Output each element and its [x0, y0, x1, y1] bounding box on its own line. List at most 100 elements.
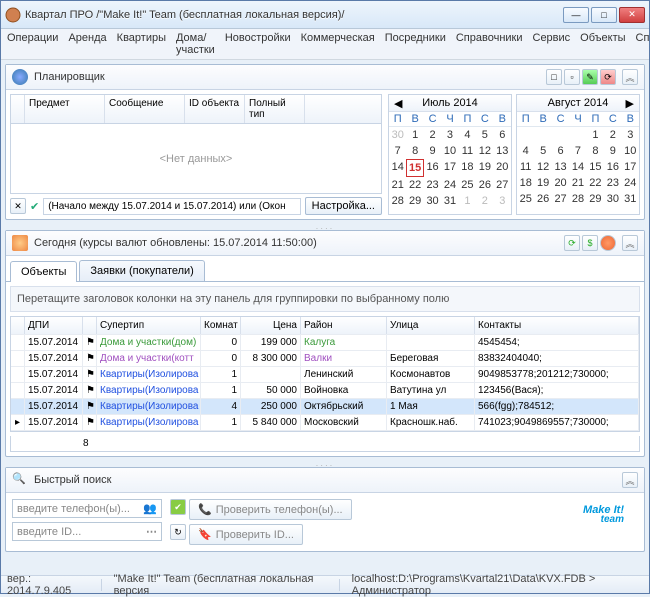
- cal-day[interactable]: 26: [534, 191, 551, 207]
- cal-day[interactable]: 12: [534, 159, 551, 175]
- table-row[interactable]: 15.07.2014⚑Квартиры(Изолирова150 000Войн…: [11, 383, 639, 399]
- cal-day[interactable]: 23: [424, 177, 441, 193]
- cal-day[interactable]: 20: [552, 175, 569, 191]
- collapse-icon[interactable]: ︽: [622, 69, 638, 85]
- cal-day[interactable]: 11: [459, 143, 476, 159]
- collapse-icon[interactable]: ︽: [622, 472, 638, 488]
- cal-day[interactable]: 8: [406, 143, 423, 159]
- menu-item[interactable]: Сервис: [533, 32, 571, 56]
- menu-item[interactable]: Аренда: [68, 32, 106, 56]
- cal-day[interactable]: 3: [494, 193, 511, 209]
- cal-day[interactable]: 21: [569, 175, 586, 191]
- col-header[interactable]: Полный тип: [245, 95, 305, 123]
- check-id-button[interactable]: 🔖 Проверить ID...: [189, 524, 303, 545]
- col-header[interactable]: Сообщение: [105, 95, 185, 123]
- cal-day[interactable]: 3: [622, 127, 639, 143]
- cal-day[interactable]: 2: [424, 127, 441, 143]
- cal-day[interactable]: 25: [517, 191, 534, 207]
- cal-day[interactable]: 14: [569, 159, 586, 175]
- cal-day[interactable]: 1: [587, 127, 604, 143]
- maximize-button[interactable]: □: [591, 7, 617, 23]
- cal-day[interactable]: 27: [494, 177, 511, 193]
- grid-col-header[interactable]: ДПИ: [25, 317, 83, 334]
- menu-item[interactable]: Справка: [636, 32, 650, 56]
- grid-col-header[interactable]: Цена: [241, 317, 301, 334]
- cal-day[interactable]: 4: [517, 143, 534, 159]
- menu-item[interactable]: Новостройки: [225, 32, 291, 56]
- grid-col-header[interactable]: Супертип: [97, 317, 201, 334]
- table-row[interactable]: 15.07.2014⚑Дома и участки(котт08 300 000…: [11, 351, 639, 367]
- cal-day[interactable]: 10: [441, 143, 458, 159]
- cal-day[interactable]: 14: [389, 159, 406, 177]
- cal-day[interactable]: 9: [424, 143, 441, 159]
- cal-day[interactable]: 5: [476, 127, 493, 143]
- currency-eur-icon[interactable]: [600, 235, 616, 251]
- go-id-icon[interactable]: ↻: [170, 524, 186, 540]
- cal-day[interactable]: 6: [552, 143, 569, 159]
- cal-day[interactable]: 29: [406, 193, 423, 209]
- cal-day[interactable]: 23: [604, 175, 621, 191]
- cal-day[interactable]: 30: [604, 191, 621, 207]
- cal-day[interactable]: 5: [534, 143, 551, 159]
- check-phone-button[interactable]: 📞 Проверить телефон(ы)...: [189, 499, 352, 520]
- cal-day[interactable]: 20: [494, 159, 511, 177]
- minimize-button[interactable]: —: [563, 7, 589, 23]
- cal-day[interactable]: 29: [587, 191, 604, 207]
- cal-day[interactable]: 3: [441, 127, 458, 143]
- cal-day[interactable]: 15: [587, 159, 604, 175]
- cal-day[interactable]: 7: [569, 143, 586, 159]
- menu-item[interactable]: Объекты: [580, 32, 625, 56]
- panel-btn-2[interactable]: ▫: [564, 69, 580, 85]
- panel-btn-3[interactable]: ✎: [582, 69, 598, 85]
- cal-day[interactable]: 15: [406, 159, 423, 177]
- cal-day[interactable]: 11: [517, 159, 534, 175]
- cal-day[interactable]: 30: [389, 127, 406, 143]
- cal-day[interactable]: 17: [441, 159, 458, 177]
- group-panel[interactable]: Перетащите заголовок колонки на эту пане…: [10, 286, 640, 312]
- table-row[interactable]: 15.07.2014⚑Дома и участки(дом)0199 000Ка…: [11, 335, 639, 351]
- cal-day[interactable]: 27: [552, 191, 569, 207]
- cal-day[interactable]: 8: [587, 143, 604, 159]
- filter-text[interactable]: (Начало между 15.07.2014 и 15.07.2014) и…: [43, 198, 300, 215]
- cal-day[interactable]: 22: [587, 175, 604, 191]
- cal-day[interactable]: 31: [441, 193, 458, 209]
- col-header[interactable]: Предмет: [25, 95, 105, 123]
- col-header[interactable]: ID объекта: [185, 95, 245, 123]
- cal-day[interactable]: 17: [622, 159, 639, 175]
- cal-day[interactable]: 12: [476, 143, 493, 159]
- grid-col-header[interactable]: Комнат: [201, 317, 241, 334]
- cal-day[interactable]: 2: [604, 127, 621, 143]
- cal-day[interactable]: 13: [494, 143, 511, 159]
- panel-btn-1[interactable]: □: [546, 69, 562, 85]
- grid-col-header[interactable]: Контакты: [475, 317, 639, 334]
- panel-btn-4[interactable]: ⟳: [600, 69, 616, 85]
- cal-day[interactable]: 18: [517, 175, 534, 191]
- table-row[interactable]: 15.07.2014⚑Квартиры(Изолирова1ЛенинскийК…: [11, 367, 639, 383]
- cal-day[interactable]: 24: [622, 175, 639, 191]
- cal-day[interactable]: 16: [424, 159, 441, 177]
- grid-col-header[interactable]: Улица: [387, 317, 475, 334]
- currency-usd-icon[interactable]: $: [582, 235, 598, 251]
- cal-day[interactable]: 6: [494, 127, 511, 143]
- collapse-icon[interactable]: ︽: [622, 235, 638, 251]
- cal-day[interactable]: 22: [406, 177, 423, 193]
- cal-day[interactable]: 13: [552, 159, 569, 175]
- id-input[interactable]: введите ID...⋯: [12, 522, 162, 541]
- phone-input[interactable]: введите телефон(ы)...👥: [12, 499, 162, 518]
- menu-item[interactable]: Квартиры: [117, 32, 166, 56]
- menu-item[interactable]: Операции: [7, 32, 58, 56]
- cal-prev-icon[interactable]: ◀: [391, 97, 405, 110]
- cal-day[interactable]: 4: [459, 127, 476, 143]
- cal-day[interactable]: 16: [604, 159, 621, 175]
- refresh-icon[interactable]: ⟳: [564, 235, 580, 251]
- filter-settings-button[interactable]: Настройка...: [305, 197, 382, 215]
- tab[interactable]: Заявки (покупатели): [79, 260, 204, 281]
- col-marker[interactable]: [11, 95, 25, 123]
- tab[interactable]: Объекты: [10, 261, 77, 282]
- filter-clear-icon[interactable]: ✕: [10, 198, 26, 214]
- cal-day[interactable]: 2: [476, 193, 493, 209]
- table-row[interactable]: ▸15.07.2014⚑Квартиры(Изолирова15 840 000…: [11, 415, 639, 431]
- cal-day[interactable]: 18: [459, 159, 476, 177]
- menu-item[interactable]: Дома/участки: [176, 32, 215, 56]
- cal-day[interactable]: 19: [534, 175, 551, 191]
